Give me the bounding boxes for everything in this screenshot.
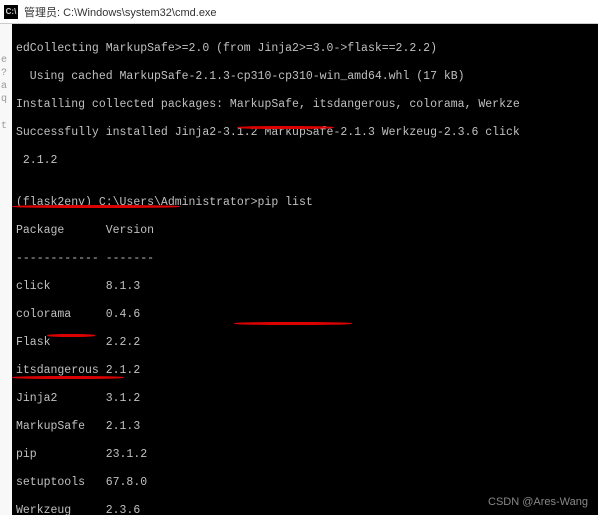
annotation-underline <box>237 126 334 129</box>
output-line: Package Version <box>16 224 594 238</box>
annotation-underline <box>234 322 352 325</box>
table-row: MarkupSafe 2.1.3 <box>16 420 594 434</box>
window-title-text: 管理员: C:\Windows\system32\cmd.exe <box>24 4 217 20</box>
annotation-underline <box>12 205 180 208</box>
annotation-underline <box>47 334 95 337</box>
output-line: Using cached MarkupSafe-2.1.3-cp310-cp31… <box>16 70 594 84</box>
output-line: edCollecting MarkupSafe>=2.0 (from Jinja… <box>16 42 594 56</box>
terminal-pane[interactable]: edCollecting MarkupSafe>=2.0 (from Jinja… <box>12 24 598 515</box>
output-line: ------------ ------- <box>16 252 594 266</box>
table-row: setuptools 67.8.0 <box>16 476 594 490</box>
table-row: Jinja2 3.1.2 <box>16 392 594 406</box>
output-line: Installing collected packages: MarkupSaf… <box>16 98 594 112</box>
watermark-text: CSDN @Ares-Wang <box>488 495 588 509</box>
output-line: 2.1.2 <box>16 154 594 168</box>
gutter-mark: a <box>0 80 12 93</box>
gutter-mark: q <box>0 93 12 106</box>
editor-gutter: e ? a q t <box>0 24 12 515</box>
cmd-icon: C:\ <box>4 5 18 19</box>
table-row: click 8.1.3 <box>16 280 594 294</box>
gutter-mark: t <box>0 120 12 133</box>
gutter-mark: e <box>0 54 12 67</box>
table-row: colorama 0.4.6 <box>16 308 594 322</box>
window-title-bar: C:\ 管理员: C:\Windows\system32\cmd.exe <box>0 0 598 24</box>
annotation-underline <box>12 376 124 379</box>
table-row: Flask 2.2.2 <box>16 336 594 350</box>
table-row: pip 23.1.2 <box>16 448 594 462</box>
gutter-mark: ? <box>0 67 12 80</box>
